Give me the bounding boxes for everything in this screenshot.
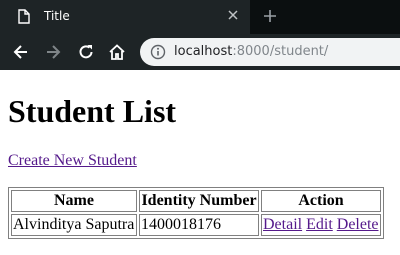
browser-tab[interactable]: Title bbox=[0, 0, 250, 34]
reload-icon[interactable] bbox=[77, 43, 95, 61]
cell-name: Alvinditya Saputra bbox=[11, 214, 137, 236]
address-bar[interactable]: localhost:8000/student/ bbox=[140, 38, 400, 66]
table-row: Alvinditya Saputra 1400018176 Detail Edi… bbox=[11, 214, 381, 236]
student-table: Name Identity Number Action Alvinditya S… bbox=[8, 187, 384, 239]
url-path: :8000/student/ bbox=[232, 44, 329, 59]
column-header-identity-number: Identity Number bbox=[139, 190, 259, 212]
url-text: localhost:8000/student/ bbox=[174, 44, 328, 59]
column-header-name: Name bbox=[11, 190, 137, 212]
page-content: Student List Create New Student Name Ide… bbox=[0, 70, 400, 255]
tab-title: Title bbox=[44, 9, 70, 23]
cell-actions: Detail Edit Delete bbox=[261, 214, 381, 236]
delete-link[interactable]: Delete bbox=[337, 216, 379, 233]
page-title: Student List bbox=[8, 93, 177, 129]
document-icon bbox=[18, 9, 30, 27]
close-tab-icon[interactable] bbox=[226, 8, 240, 22]
tab-strip: Title bbox=[0, 0, 400, 34]
browser-toolbar: localhost:8000/student/ bbox=[0, 34, 400, 70]
detail-link[interactable]: Detail bbox=[263, 216, 302, 233]
url-host: localhost bbox=[174, 44, 233, 59]
create-new-student-link[interactable]: Create New Student bbox=[8, 152, 137, 170]
new-tab-icon[interactable] bbox=[262, 8, 278, 24]
forward-icon[interactable] bbox=[44, 43, 62, 61]
table-header-row: Name Identity Number Action bbox=[11, 190, 381, 212]
info-icon[interactable] bbox=[150, 44, 166, 60]
column-header-action: Action bbox=[261, 190, 381, 212]
home-icon[interactable] bbox=[108, 43, 126, 61]
back-icon[interactable] bbox=[12, 43, 30, 61]
edit-link[interactable]: Edit bbox=[306, 216, 333, 233]
cell-identity-number: 1400018176 bbox=[139, 214, 259, 236]
